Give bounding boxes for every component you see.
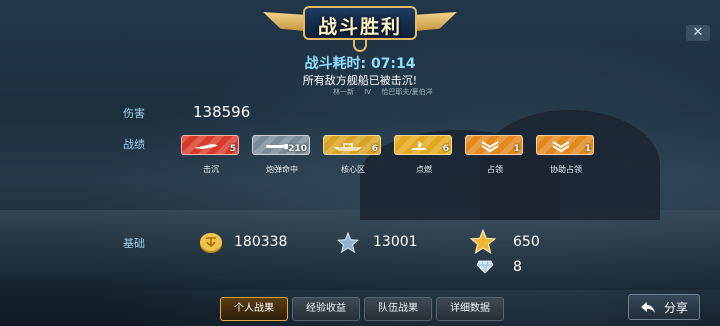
player-names: 林一新 IV 恰巴耶夫/夏伯洋 <box>333 87 441 97</box>
base-label: 基础 <box>123 237 145 250</box>
victory-banner: 战斗胜利 <box>263 4 457 52</box>
diamonds-value: 8 <box>513 259 522 275</box>
medal-count: 5 <box>229 144 236 154</box>
medal-label: 炮弹命中 <box>266 165 298 174</box>
tab-personal-results[interactable]: 个人战果 <box>220 297 288 321</box>
tab-team-results[interactable]: 队伍战果 <box>364 297 432 321</box>
medal-shell-hit[interactable]: 210 <box>252 135 310 155</box>
tab-exp-earnings[interactable]: 经验收益 <box>292 297 360 321</box>
battle-time: 战斗耗时: 07:14 <box>304 56 416 72</box>
player-rank: IV <box>364 88 372 96</box>
medal-count: 1 <box>584 144 591 154</box>
result-message: 所有敌方舰船已被击沉! <box>302 74 418 87</box>
fire-icon <box>411 141 427 150</box>
stars-value: 650 <box>513 234 540 250</box>
tab-detailed-data[interactable]: 详细数据 <box>436 297 504 321</box>
medal-capture[interactable]: 1 <box>465 135 523 155</box>
achievements-label: 战绩 <box>123 138 145 151</box>
medal-label: 协助占领 <box>550 165 582 174</box>
plane-sink-icon <box>194 144 218 149</box>
medal-label: 核心区 <box>341 165 365 174</box>
anchor-icon <box>353 40 367 52</box>
medal-label: 占领 <box>487 165 503 174</box>
damage-label: 伤害 <box>123 107 145 120</box>
share-label: 分享 <box>663 300 688 315</box>
medal-count: 6 <box>371 144 378 154</box>
close-button[interactable]: ✕ <box>686 25 710 41</box>
medal-fire[interactable]: 6 <box>394 135 452 155</box>
credits-coin-icon <box>200 233 222 253</box>
medal-sink[interactable]: 5 <box>181 135 239 155</box>
xp-star-icon <box>337 232 359 253</box>
medal-count: 6 <box>442 144 449 154</box>
medal-label: 点燃 <box>416 165 432 174</box>
shell-hit-icon <box>266 144 288 149</box>
xp-value: 13001 <box>373 234 418 250</box>
medal-assist-capture[interactable]: 1 <box>536 135 594 155</box>
share-button[interactable]: 分享 <box>628 294 700 320</box>
share-arrow-icon <box>640 302 655 313</box>
medal-count: 210 <box>288 144 307 154</box>
result-tabs: 个人战果 经验收益 队伍战果 详细数据 <box>220 297 504 323</box>
medal-count: 1 <box>513 144 520 154</box>
victory-title: 战斗胜利 <box>317 16 402 38</box>
damage-value: 138596 <box>193 103 251 121</box>
medal-citadel[interactable]: 6 <box>323 135 381 155</box>
medal-label: 击沉 <box>203 165 219 174</box>
capture-icon <box>481 141 499 152</box>
ship-name: 恰巴耶夫/夏伯洋 <box>381 88 433 96</box>
gold-star-icon <box>470 229 496 254</box>
diamond-icon <box>476 260 494 274</box>
credits-value: 180338 <box>234 234 288 250</box>
assist-capture-icon <box>552 141 570 152</box>
player-name: 林一新 <box>333 88 354 96</box>
citadel-icon <box>334 143 362 151</box>
sea-background <box>0 210 720 290</box>
